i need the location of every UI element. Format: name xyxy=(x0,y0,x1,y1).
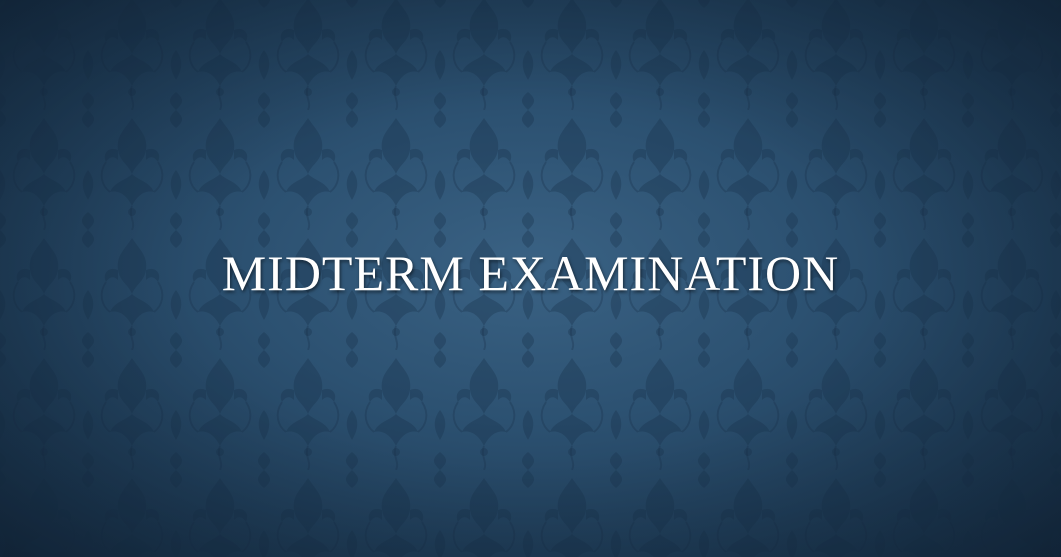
title-slide: MIDTERM EXAMINATION xyxy=(0,0,1061,557)
slide-title: MIDTERM EXAMINATION xyxy=(221,245,840,301)
